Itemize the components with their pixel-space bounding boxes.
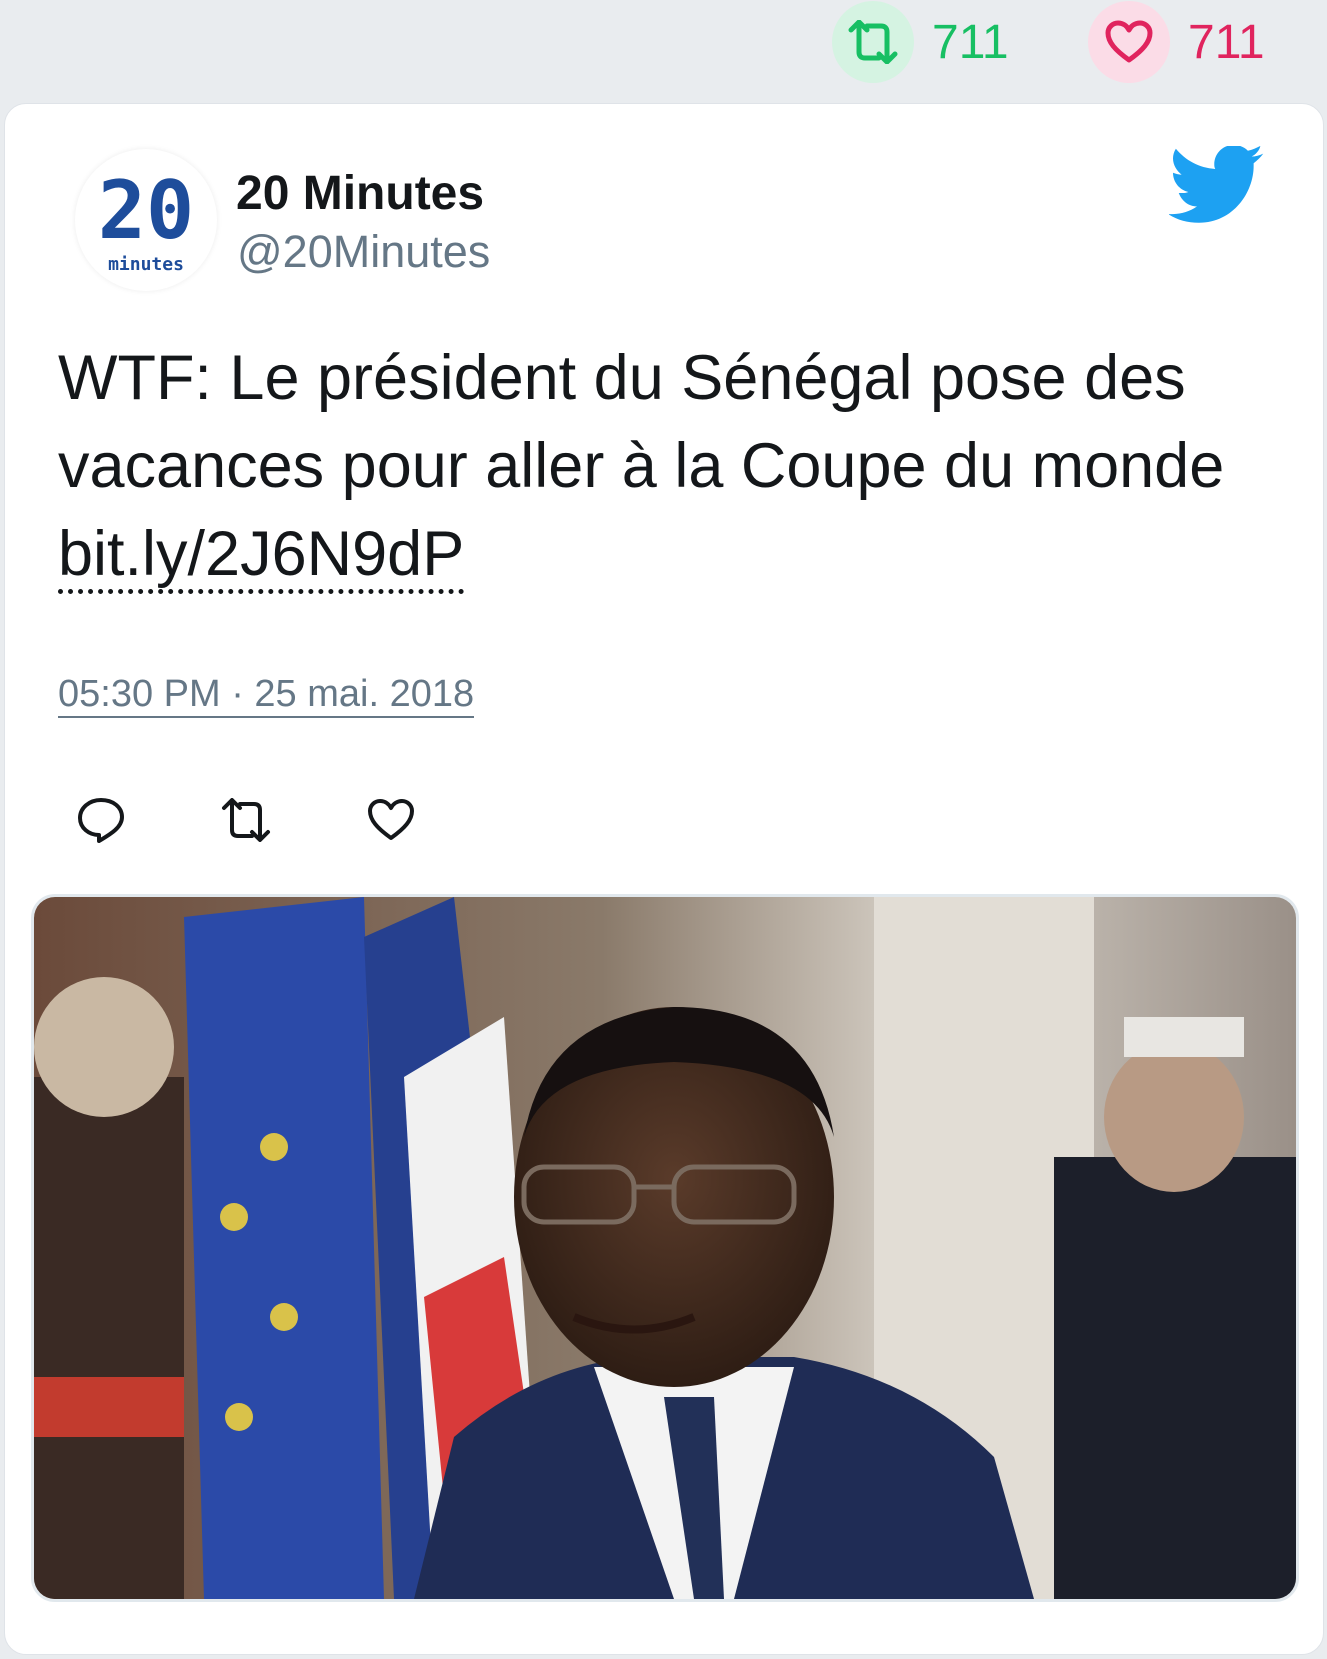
- svg-text:20: 20: [98, 164, 194, 257]
- retweet-count[interactable]: 711: [832, 1, 1009, 83]
- retweet-count-value: 711: [932, 15, 1009, 69]
- twitter-bird-icon[interactable]: [1168, 144, 1265, 226]
- heart-icon: [1088, 1, 1170, 83]
- tweet-timestamp[interactable]: 05:30 PM · 25 mai. 2018: [58, 672, 475, 718]
- retweet-action-icon[interactable]: [218, 792, 274, 848]
- like-count-value: 711: [1188, 15, 1265, 69]
- tweet-body: WTF: Le président du Sénégal pose des va…: [58, 343, 1225, 501]
- photo-illustration: [34, 897, 1296, 1599]
- tweet-link[interactable]: bit.ly/2J6N9dP: [58, 519, 465, 594]
- like-icon[interactable]: [363, 792, 419, 848]
- tweet-stats-bar: 711 711: [0, 0, 1327, 100]
- avatar[interactable]: 20 minutes: [75, 149, 217, 291]
- reply-icon[interactable]: [73, 792, 129, 848]
- author-handle[interactable]: @20Minutes: [237, 226, 490, 278]
- tweet-card: 20 minutes 20 Minutes @20Minutes WTF: Le…: [4, 103, 1324, 1655]
- tweet-text: WTF: Le président du Sénégal pose des va…: [58, 334, 1288, 598]
- 20-minutes-logo: 20 minutes: [98, 164, 194, 275]
- author-name[interactable]: 20 Minutes: [236, 166, 484, 221]
- tweet-photo[interactable]: [31, 894, 1299, 1602]
- retweet-icon: [832, 1, 914, 83]
- like-count[interactable]: 711: [1088, 1, 1265, 83]
- svg-text:minutes: minutes: [108, 254, 184, 275]
